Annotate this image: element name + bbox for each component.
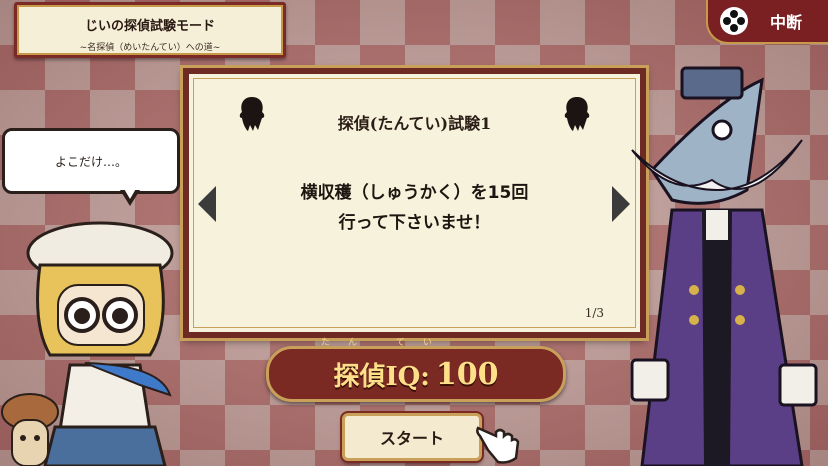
mission-description: 横収穫（しゅうかく）を15回 行って下さいませ！ (189, 178, 640, 238)
pointing-hand-icon (476, 426, 520, 464)
pause-icon (720, 7, 748, 35)
mission-line-2: 行って下さいませ！ (338, 213, 491, 233)
iq-ruby: たん てい (321, 338, 450, 348)
pause-button[interactable]: 中断 (706, 0, 828, 44)
detective-iq-display: たん てい 探偵IQ: 100 (266, 338, 566, 402)
mode-subtitle: ~名探偵（めいたんてい）への道~ (79, 43, 221, 53)
prev-arrow-icon[interactable] (198, 186, 216, 222)
mission-panel: 探偵(たんてい)試験1 横収穫（しゅうかく）を15回 行って下さいませ！ 1/3 (183, 68, 646, 338)
mode-title-plate: じいの探偵試験モード ~名探偵（めいたんてい）への道~ (14, 2, 286, 58)
mode-title: じいの探偵試験モード (84, 19, 215, 34)
iq-label: 探偵IQ: (333, 361, 430, 392)
speech-bubble: よこだけ…。 (2, 128, 180, 194)
butler-character (630, 66, 818, 466)
mission-line-1: 横収穫（しゅうかく）を15回 (300, 183, 529, 203)
page-indicator: 1/3 (584, 306, 604, 320)
iq-value: 100 (435, 356, 499, 392)
mission-heading: 探偵(たんてい)試験1 (337, 114, 492, 133)
start-button-label: スタート (379, 429, 444, 448)
start-button[interactable]: スタート (342, 413, 482, 461)
speech-bubble-tail (120, 187, 140, 206)
pause-button-label: 中断 (770, 13, 803, 32)
mushroom-character (1, 393, 59, 466)
speech-text: よこだけ…。 (54, 154, 127, 169)
